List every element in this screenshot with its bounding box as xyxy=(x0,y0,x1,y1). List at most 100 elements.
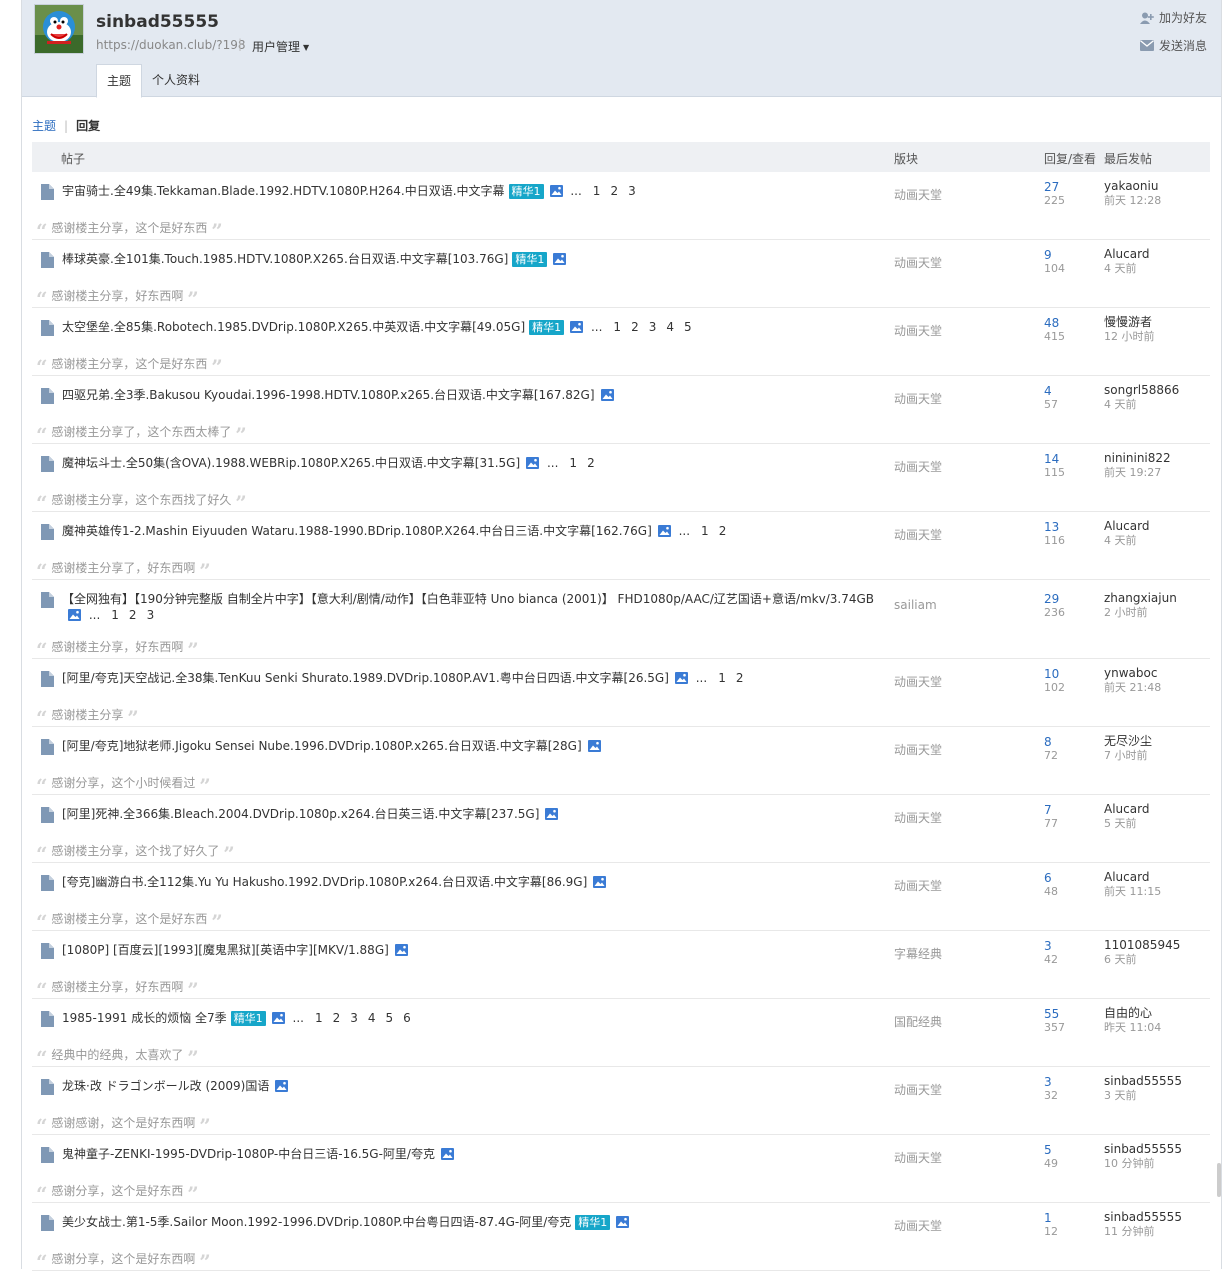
thread-title[interactable]: 棒球英豪.全101集.Touch.1985.HDTV.1080P.X265.台日… xyxy=(62,252,508,266)
last-poster[interactable]: Alucard xyxy=(1104,870,1149,884)
page-link[interactable]: 6 xyxy=(403,1011,411,1025)
forum-link[interactable]: 字幕经典 xyxy=(894,945,942,962)
page-link[interactable]: 2 xyxy=(587,456,595,470)
last-poster[interactable]: zhangxiajun xyxy=(1104,591,1177,605)
reply-count[interactable]: 29 xyxy=(1044,592,1059,606)
user-management-dropdown[interactable]: 用户管理 ▼ xyxy=(252,38,309,55)
reply-count[interactable]: 1 xyxy=(1044,1211,1052,1225)
last-poster[interactable]: yakaoniu xyxy=(1104,179,1158,193)
forum-link[interactable]: 动画天堂 xyxy=(894,458,942,475)
last-post-time[interactable]: 4 天前 xyxy=(1104,398,1137,412)
reply-count[interactable]: 3 xyxy=(1044,1075,1052,1089)
last-post-time[interactable]: 3 天前 xyxy=(1104,1089,1137,1103)
reply-count[interactable]: 48 xyxy=(1044,316,1059,330)
forum-link[interactable]: 动画天堂 xyxy=(894,1149,942,1166)
reply-count[interactable]: 4 xyxy=(1044,384,1052,398)
forum-link[interactable]: 动画天堂 xyxy=(894,322,942,339)
thread-title[interactable]: 【全网独有】【190分钟完整版 自制全片中字】【意大利/剧情/动作】【白色菲亚特… xyxy=(62,592,874,606)
thread-title[interactable]: 魔神坛斗士.全50集(含OVA).1988.WEBRip.1080P.X265.… xyxy=(62,456,520,470)
thread-title[interactable]: [夸克]幽游白书.全112集.Yu Yu Hakusho.1992.DVDrip… xyxy=(62,875,587,889)
page-link[interactable]: 5 xyxy=(684,320,692,334)
reply-count[interactable]: 6 xyxy=(1044,871,1052,885)
last-poster[interactable]: 慢慢游者 xyxy=(1104,315,1152,329)
forum-link[interactable]: 动画天堂 xyxy=(894,877,942,894)
forum-link[interactable]: 动画天堂 xyxy=(894,186,942,203)
reply-count[interactable]: 3 xyxy=(1044,939,1052,953)
reply-count[interactable]: 14 xyxy=(1044,452,1059,466)
scrollbar[interactable] xyxy=(1217,1163,1221,1197)
subnav-replies-link[interactable]: 回复 xyxy=(76,119,100,133)
reply-count[interactable]: 8 xyxy=(1044,735,1052,749)
thread-title[interactable]: 鬼神童子-ZENKI-1995-DVDrip-1080P-中台日三语-16.5G… xyxy=(62,1147,435,1161)
forum-link[interactable]: 动画天堂 xyxy=(894,1081,942,1098)
last-poster[interactable]: 自由的心 xyxy=(1104,1006,1152,1020)
last-poster[interactable]: ynwaboc xyxy=(1104,666,1157,680)
tab-profile[interactable]: 个人资料 xyxy=(142,64,210,96)
last-post-time[interactable]: 前天 21:48 xyxy=(1104,681,1161,695)
page-link[interactable]: 2 xyxy=(719,524,727,538)
last-poster[interactable]: Alucard xyxy=(1104,247,1149,261)
page-link[interactable]: 3 xyxy=(628,184,636,198)
thread-title[interactable]: 1985-1991 成长的烦恼 全7季 xyxy=(62,1011,227,1025)
page-link[interactable]: 3 xyxy=(147,608,155,622)
reply-count[interactable]: 13 xyxy=(1044,520,1059,534)
last-post-time[interactable]: 2 小时前 xyxy=(1104,606,1148,620)
last-poster[interactable]: sinbad55555 xyxy=(1104,1142,1182,1156)
forum-link[interactable]: 动画天堂 xyxy=(894,673,942,690)
reply-count[interactable]: 10 xyxy=(1044,667,1059,681)
page-link[interactable]: 1 xyxy=(569,456,577,470)
page-link[interactable]: 2 xyxy=(129,608,137,622)
tab-topics[interactable]: 主题 xyxy=(96,64,143,98)
last-post-time[interactable]: 前天 11:15 xyxy=(1104,885,1161,899)
last-post-time[interactable]: 12 小时前 xyxy=(1104,330,1155,344)
page-link[interactable]: 2 xyxy=(333,1011,341,1025)
last-poster[interactable]: 无尽沙尘 xyxy=(1104,734,1152,748)
page-link[interactable]: 3 xyxy=(649,320,657,334)
reply-count[interactable]: 9 xyxy=(1044,248,1052,262)
thread-title[interactable]: 四驱兄弟.全3季.Bakusou Kyoudai.1996-1998.HDTV.… xyxy=(62,388,595,402)
forum-link[interactable]: 动画天堂 xyxy=(894,1217,942,1234)
last-poster[interactable]: sinbad55555 xyxy=(1104,1210,1182,1224)
page-link[interactable]: 2 xyxy=(736,671,744,685)
thread-title[interactable]: [1080P] [百度云][1993][魔鬼黑狱][英语中字][MKV/1.88… xyxy=(62,943,389,957)
send-message-button[interactable]: 发送消息 xyxy=(1139,37,1207,54)
page-link[interactable]: 1 xyxy=(315,1011,323,1025)
reply-count[interactable]: 7 xyxy=(1044,803,1052,817)
thread-title[interactable]: 龙珠·改 ドラゴンボール改 (2009)国语 xyxy=(62,1079,269,1093)
last-poster[interactable]: sinbad55555 xyxy=(1104,1074,1182,1088)
subnav-topics-link[interactable]: 主题 xyxy=(32,119,56,133)
last-post-time[interactable]: 5 天前 xyxy=(1104,817,1137,831)
thread-title[interactable]: [阿里/夸克]天空战记.全38集.TenKuu Senki Shurato.19… xyxy=(62,671,669,685)
thread-title[interactable]: [阿里/夸克]地狱老师.Jigoku Sensei Nube.1996.DVDr… xyxy=(62,739,582,753)
profile-url[interactable]: https://duokan.club/?198 xyxy=(96,38,246,52)
forum-link[interactable]: 动画天堂 xyxy=(894,809,942,826)
last-post-time[interactable]: 4 天前 xyxy=(1104,534,1137,548)
page-link[interactable]: 5 xyxy=(386,1011,394,1025)
page-link[interactable]: 1 xyxy=(111,608,119,622)
last-poster[interactable]: songrl58866 xyxy=(1104,383,1179,397)
reply-count[interactable]: 55 xyxy=(1044,1007,1059,1021)
page-link[interactable]: 2 xyxy=(631,320,639,334)
last-post-time[interactable]: 4 天前 xyxy=(1104,262,1137,276)
forum-link[interactable]: 动画天堂 xyxy=(894,526,942,543)
forum-link[interactable]: 国配经典 xyxy=(894,1013,942,1030)
forum-link[interactable]: 动画天堂 xyxy=(894,254,942,271)
thread-title[interactable]: 宇宙骑士.全49集.Tekkaman.Blade.1992.HDTV.1080P… xyxy=(62,184,505,198)
page-link[interactable]: 1 xyxy=(613,320,621,334)
avatar[interactable] xyxy=(34,4,84,54)
page-link[interactable]: 4 xyxy=(368,1011,376,1025)
reply-count[interactable]: 27 xyxy=(1044,180,1059,194)
last-post-time[interactable]: 前天 19:27 xyxy=(1104,466,1161,480)
page-link[interactable]: 1 xyxy=(701,524,709,538)
forum-link[interactable]: 动画天堂 xyxy=(894,741,942,758)
page-link[interactable]: 4 xyxy=(666,320,674,334)
forum-link[interactable]: 动画天堂 xyxy=(894,390,942,407)
page-link[interactable]: 1 xyxy=(593,184,601,198)
thread-title[interactable]: 魔神英雄传1-2.Mashin Eiyuuden Wataru.1988-199… xyxy=(62,524,652,538)
last-poster[interactable]: Alucard xyxy=(1104,802,1149,816)
page-link[interactable]: 1 xyxy=(718,671,726,685)
last-post-time[interactable]: 6 天前 xyxy=(1104,953,1137,967)
thread-title[interactable]: 美少女战士.第1-5季.Sailor Moon.1992-1996.DVDrip… xyxy=(62,1215,571,1229)
thread-title[interactable]: [阿里]死神.全366集.Bleach.2004.DVDrip.1080p.x2… xyxy=(62,807,539,821)
last-poster[interactable]: nininini822 xyxy=(1104,451,1171,465)
